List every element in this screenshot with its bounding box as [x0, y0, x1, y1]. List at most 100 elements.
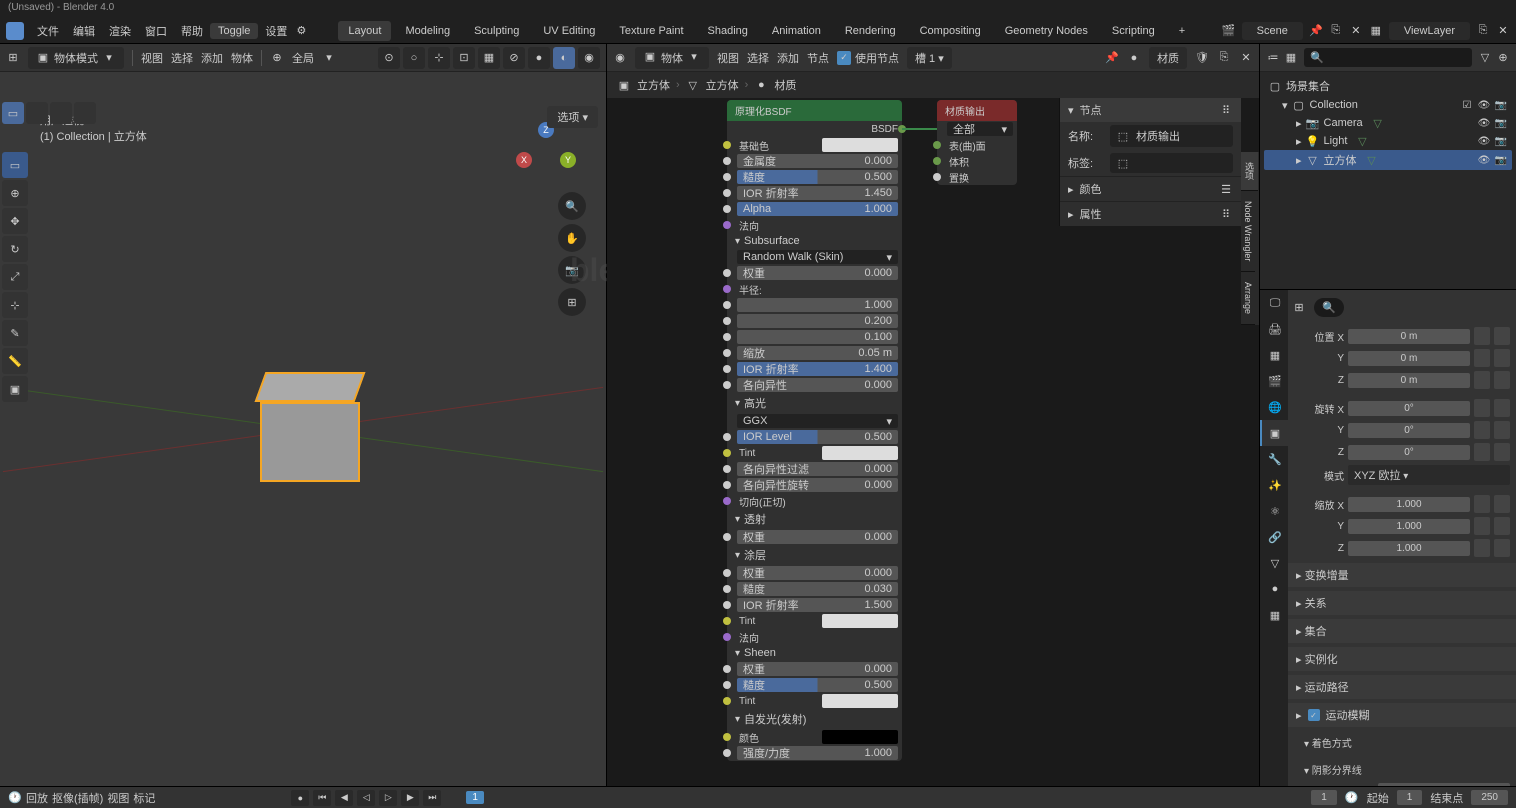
rotate-tool-icon[interactable]: ↻ — [2, 236, 28, 262]
blender-logo-icon[interactable] — [6, 22, 24, 40]
vp-menu-add[interactable]: 添加 — [201, 50, 223, 66]
tl-playback[interactable]: 回放 — [26, 790, 48, 806]
specular-section[interactable]: ▾ 高光 — [727, 393, 902, 413]
jump-prev-icon[interactable]: ◀ — [335, 790, 353, 806]
sidepanel-header[interactable]: ▾ 节点⠿ — [1060, 98, 1241, 122]
ptab-object-icon[interactable]: ▣ — [1260, 420, 1288, 446]
orientation-icon[interactable]: ⊕ — [270, 51, 284, 65]
vp-menu-object[interactable]: 物体 — [231, 50, 253, 66]
outliner-item[interactable]: ▸📷 Camera ▽ 👁📷 — [1264, 114, 1512, 132]
node-input-row[interactable]: Alpha1.000 — [727, 201, 902, 217]
current-frame-field[interactable]: 1 — [1311, 790, 1337, 805]
autokey-icon[interactable]: ● — [291, 790, 309, 806]
snap-icon[interactable]: ⊙ — [378, 47, 400, 69]
menu-file[interactable]: 文件 — [30, 23, 66, 39]
use-nodes-checkbox[interactable]: ✓ 使用节点 — [837, 50, 899, 66]
property-section[interactable]: ▾ 阴影分界线 — [1288, 758, 1516, 781]
property-section[interactable]: ▸ 运动路径 — [1288, 675, 1516, 699]
addcube-tool-icon[interactable]: ▣ — [2, 376, 28, 402]
collection-row[interactable]: ▾▢Collection☑👁📷 — [1264, 96, 1512, 114]
lock-icon[interactable] — [1474, 371, 1490, 389]
options-dropdown[interactable]: 选项 ▾ — [547, 106, 598, 128]
node-canvas[interactable]: 原理化BSDF BSDF 基础色金属度0.000糙度0.500IOR 折射率1.… — [607, 98, 1259, 786]
cube-mesh[interactable] — [260, 372, 380, 472]
x-axis-ball[interactable]: X — [516, 152, 532, 168]
viewport-canvas[interactable]: 用户透视 (1) Collection | 立方体 ▭ ⊕ ✥ ↻ ⤢ ⊹ ✎ … — [0, 72, 606, 786]
editor-type-icon[interactable]: ≔ — [1266, 51, 1280, 65]
anim-icon[interactable] — [1494, 517, 1510, 535]
menu-settings[interactable]: 设置 — [258, 23, 294, 39]
node-header[interactable]: 材质输出 — [937, 100, 1017, 121]
node-input-row[interactable]: 各向异性旋转0.000 — [727, 477, 902, 493]
render-icon[interactable]: 📷 — [1494, 116, 1508, 130]
scene-collection-row[interactable]: ▢场景集合 — [1264, 76, 1512, 96]
tl-marker[interactable]: 标记 — [133, 790, 155, 806]
node-tag-field[interactable]: ⬚ — [1110, 153, 1233, 173]
tab-sculpting[interactable]: Sculpting — [464, 21, 529, 41]
lock-icon[interactable] — [1474, 399, 1490, 417]
node-input-row[interactable]: 0.100 — [727, 329, 902, 345]
scene-selector[interactable]: Scene — [1242, 22, 1303, 40]
eye-icon[interactable]: 👁 — [1477, 116, 1491, 130]
principled-bsdf-node[interactable]: 原理化BSDF BSDF 基础色金属度0.000糙度0.500IOR 折射率1.… — [727, 100, 902, 761]
end-frame-field[interactable]: 250 — [1471, 790, 1508, 805]
lock-icon[interactable] — [1474, 443, 1490, 461]
node-input-row[interactable]: 缩放0.05 m — [727, 345, 902, 361]
pin-icon[interactable]: 📌 — [1105, 51, 1119, 65]
scale-tool-icon[interactable]: ⤢ — [2, 264, 28, 290]
node-input-row[interactable]: 糙度0.500 — [727, 677, 902, 693]
list-icon[interactable]: ☰ — [1219, 182, 1233, 196]
node-input-row[interactable]: 糙度0.500 — [727, 169, 902, 185]
outliner-search[interactable]: 🔍 — [1304, 48, 1472, 67]
ptab-modifier-icon[interactable]: 🔧 — [1260, 446, 1288, 472]
tl-keying[interactable]: 抠像(插帧) — [52, 790, 103, 806]
node-input-row[interactable]: 权重0.000 — [727, 565, 902, 581]
geom-offset-field[interactable]: 0.10 — [1378, 783, 1510, 786]
menu-help[interactable]: 帮助 — [174, 23, 210, 39]
transform-value-field[interactable]: 1.000 — [1348, 519, 1470, 534]
shading-wire-icon[interactable]: ⊘ — [503, 47, 525, 69]
tab-modeling[interactable]: Modeling — [395, 21, 460, 41]
ne-menu-select[interactable]: 选择 — [747, 50, 769, 66]
node-input-row[interactable]: GGX▾ — [727, 413, 902, 429]
node-input-row[interactable]: 1.000 — [727, 297, 902, 313]
transform-value-field[interactable]: 1.000 — [1348, 497, 1470, 512]
vtab-options[interactable]: 选项 — [1241, 152, 1258, 191]
node-input-row[interactable]: 权重0.000 — [727, 265, 902, 281]
gizmo-icon[interactable]: ⊹ — [428, 47, 450, 69]
tab-rendering[interactable]: Rendering — [835, 21, 906, 41]
render-icon[interactable]: 📷 — [1494, 134, 1508, 148]
play-icon[interactable]: ▷ — [379, 790, 397, 806]
y-axis-ball[interactable]: Y — [560, 152, 576, 168]
unlink-icon[interactable]: ✕ — [1239, 51, 1253, 65]
cursor-tool-icon[interactable]: ⊕ — [2, 180, 28, 206]
xray-icon[interactable]: ▦ — [478, 47, 500, 69]
ptab-texture-icon[interactable]: ▦ — [1260, 602, 1288, 628]
lock-icon[interactable] — [1474, 517, 1490, 535]
node-input-row[interactable]: Tint — [727, 445, 902, 461]
property-section[interactable]: ▸ 实例化 — [1288, 647, 1516, 671]
eye-icon[interactable]: 👁 — [1477, 98, 1491, 112]
tab-texturepaint[interactable]: Texture Paint — [609, 21, 693, 41]
node-input-row[interactable]: 强度/力度1.000 — [727, 745, 902, 761]
shading-material-icon[interactable]: ◐ — [553, 47, 575, 69]
ptab-scene-icon[interactable]: 🎬 — [1260, 368, 1288, 394]
sheen-section[interactable]: ▾ Sheen — [727, 645, 902, 661]
transmission-section[interactable]: ▾ 透射 — [727, 509, 902, 529]
node-input-row[interactable]: IOR 折射率1.400 — [727, 361, 902, 377]
anim-icon[interactable] — [1494, 349, 1510, 367]
transform-value-field[interactable]: 0° — [1348, 445, 1470, 460]
property-section[interactable]: ▸ ✓ 运动模糊 — [1288, 703, 1516, 727]
vp-menu-select[interactable]: 选择 — [171, 50, 193, 66]
surface-input[interactable]: 表(曲)面 — [941, 138, 1013, 153]
ptab-material-icon[interactable]: ● — [1260, 576, 1288, 602]
transform-tool-icon[interactable]: ⊹ — [2, 292, 28, 318]
displacement-input[interactable]: 置换 — [941, 170, 1013, 185]
transform-value-field[interactable]: 1.000 — [1348, 541, 1470, 556]
new-layer-icon[interactable]: ⎘ — [1476, 24, 1490, 38]
vtab-arrange[interactable]: Arrange — [1241, 272, 1255, 325]
tab-animation[interactable]: Animation — [762, 21, 831, 41]
outliner-item[interactable]: ▸▽ 立方体 ▽ 👁📷 — [1264, 150, 1512, 170]
viewlayer-selector[interactable]: ViewLayer — [1389, 22, 1470, 40]
breadcrumb-material[interactable]: 材质 — [774, 77, 796, 93]
